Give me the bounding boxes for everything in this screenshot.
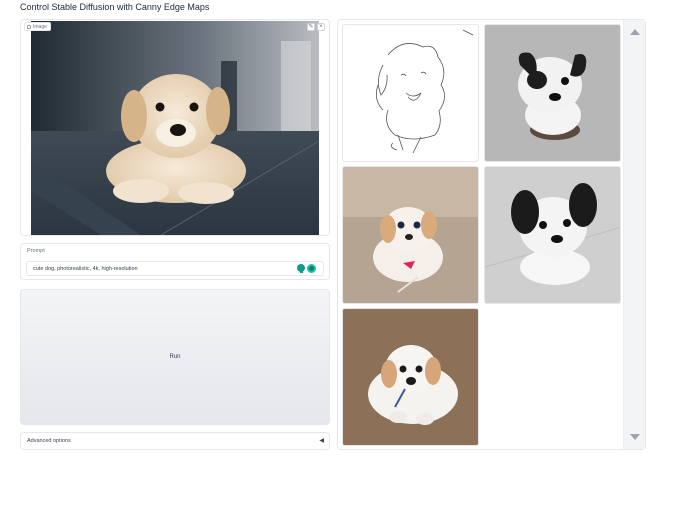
- run-button[interactable]: Run: [20, 289, 330, 425]
- grammar-extension-icons: [297, 264, 316, 273]
- prompt-input[interactable]: cute dog, photorealistic, 4k, high-resol…: [26, 261, 324, 276]
- location-pin-icon[interactable]: [297, 264, 305, 273]
- gallery-item-generated-dog-3[interactable]: [484, 166, 621, 304]
- image-tools: ✎ ×: [307, 23, 325, 31]
- source-image[interactable]: [31, 21, 319, 235]
- image-label-text: Image: [33, 23, 47, 30]
- advanced-options-accordion[interactable]: Advanced options ◀: [20, 432, 330, 450]
- gallery-item-generated-dog-1[interactable]: [484, 24, 621, 162]
- scroll-up-arrow-icon[interactable]: [630, 29, 640, 35]
- gallery-scrollbar[interactable]: [623, 20, 645, 449]
- prompt-label: Prompt: [27, 248, 45, 254]
- image-icon: [27, 24, 31, 29]
- gallery-item-canny-edge-map[interactable]: [342, 24, 479, 162]
- prompt-value: cute dog, photorealistic, 4k, high-resol…: [33, 266, 138, 272]
- collapse-arrow-icon[interactable]: ◀: [319, 437, 324, 444]
- image-input-panel[interactable]: Image ✎ ×: [20, 19, 330, 236]
- output-gallery: [337, 19, 646, 450]
- pencil-icon[interactable]: ✎: [307, 23, 315, 31]
- page-title: Control Stable Diffusion with Canny Edge…: [20, 2, 210, 12]
- scroll-down-arrow-icon[interactable]: [630, 434, 640, 440]
- prompt-panel: Prompt cute dog, photorealistic, 4k, hig…: [20, 243, 330, 280]
- close-icon[interactable]: ×: [317, 23, 325, 31]
- image-input-label: Image: [24, 22, 51, 31]
- gallery-item-generated-dog-4[interactable]: [342, 308, 479, 446]
- grammar-check-icon[interactable]: [307, 264, 316, 273]
- gallery-item-generated-dog-2[interactable]: [342, 166, 479, 304]
- advanced-options-label: Advanced options: [27, 438, 71, 444]
